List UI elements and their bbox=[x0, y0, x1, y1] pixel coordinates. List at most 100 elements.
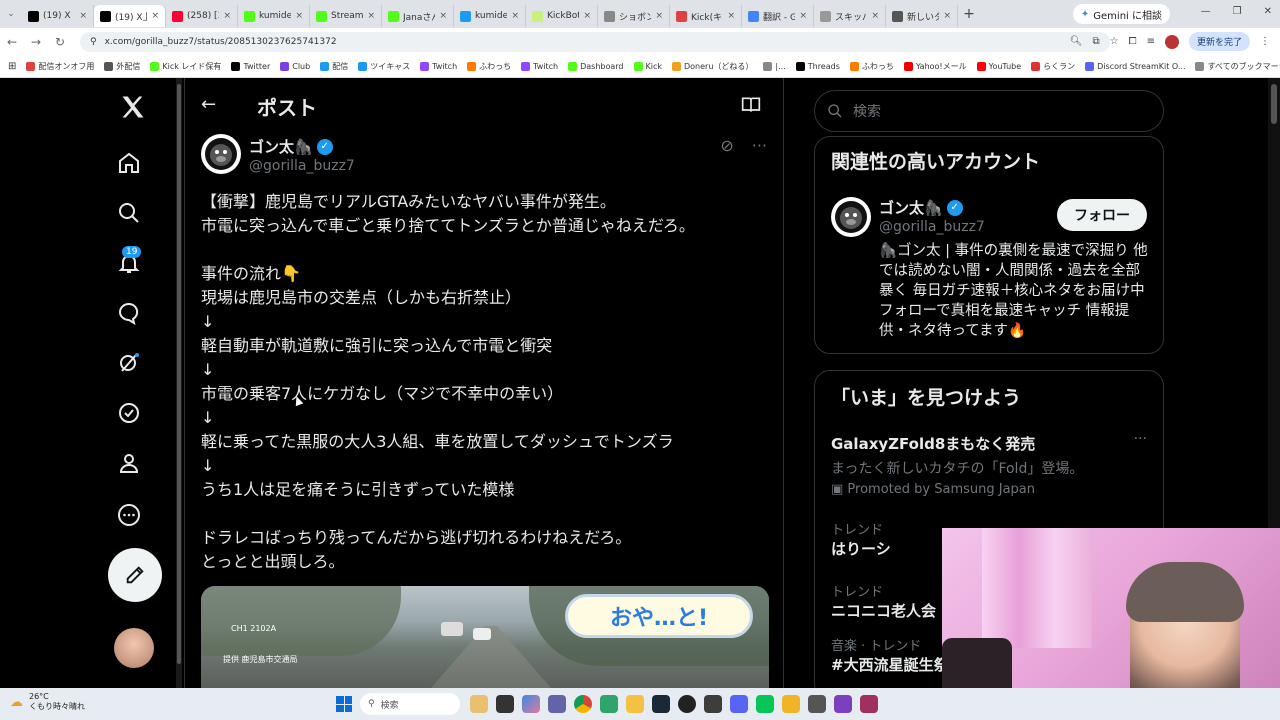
tab-close-icon[interactable]: × bbox=[367, 11, 375, 21]
left-scrollbar[interactable] bbox=[176, 78, 182, 688]
apps-icon[interactable]: ⊞ bbox=[8, 61, 16, 72]
bookmark-item[interactable]: Twitter bbox=[231, 61, 270, 72]
browser-tab[interactable]: スキッパー × bbox=[814, 5, 886, 27]
app-icon[interactable] bbox=[782, 695, 800, 713]
browser-tab[interactable]: KickBot × bbox=[526, 5, 598, 27]
related-name[interactable]: ゴン太🦍 ✓ bbox=[879, 197, 963, 218]
browser-tab[interactable]: (258) [3 × bbox=[166, 5, 238, 27]
follow-button[interactable]: フォロー bbox=[1057, 199, 1147, 231]
bookmark-item[interactable]: |... bbox=[763, 61, 786, 72]
x-logo-icon[interactable] bbox=[118, 92, 148, 122]
app-icon[interactable] bbox=[808, 695, 826, 713]
start-icon[interactable] bbox=[336, 696, 352, 712]
chrome-icon[interactable] bbox=[574, 695, 592, 713]
bookmark-item[interactable]: ツイキャス bbox=[358, 61, 410, 72]
steam-icon[interactable] bbox=[652, 695, 670, 713]
explorer-icon[interactable] bbox=[626, 695, 644, 713]
bookmark-star-icon[interactable]: ☆ bbox=[1110, 36, 1119, 47]
browser-tab[interactable]: kumidep × bbox=[454, 5, 526, 27]
weather-widget[interactable]: ☁ 26°C くもり時々晴れ bbox=[10, 692, 85, 712]
bookmark-item[interactable]: Dashboard bbox=[568, 61, 624, 72]
tab-close-icon[interactable]: × bbox=[655, 11, 663, 21]
bookmark-item[interactable]: Threads bbox=[795, 61, 840, 72]
browser-tab[interactable]: (19) X × bbox=[22, 5, 94, 27]
post-more-icon[interactable]: ··· bbox=[752, 136, 767, 155]
app-icon[interactable] bbox=[860, 695, 878, 713]
home-icon[interactable] bbox=[114, 148, 144, 178]
account-avatar[interactable] bbox=[114, 628, 154, 668]
widget-app-icon[interactable] bbox=[470, 695, 488, 713]
update-button[interactable]: 更新を完了 bbox=[1188, 32, 1250, 51]
extensions-icon[interactable]: ⧠ bbox=[1129, 36, 1137, 47]
reader-mode-icon[interactable] bbox=[741, 96, 761, 118]
related-handle[interactable]: @gorilla_buzz7 bbox=[879, 219, 985, 235]
copilot-icon[interactable] bbox=[522, 695, 540, 713]
bookmark-item[interactable]: Kick bbox=[633, 61, 662, 72]
author-name[interactable]: ゴン太🦍 ✓ bbox=[249, 136, 333, 157]
bookmark-item[interactable]: YouTube bbox=[976, 61, 1021, 72]
bookmark-item[interactable]: ふわっち bbox=[849, 61, 894, 72]
premium-icon[interactable] bbox=[114, 398, 144, 428]
minimize-icon[interactable]: — bbox=[1201, 6, 1211, 17]
tab-close-icon[interactable]: × bbox=[799, 11, 807, 21]
app-icon[interactable] bbox=[704, 695, 722, 713]
author-avatar[interactable] bbox=[201, 134, 241, 174]
tab-close-icon[interactable]: × bbox=[151, 11, 159, 21]
bookmark-item[interactable]: 配信 bbox=[320, 61, 348, 72]
bookmark-item[interactable]: Twitch bbox=[420, 61, 457, 72]
bookmark-item[interactable]: Twitch bbox=[521, 61, 558, 72]
messages-icon[interactable] bbox=[114, 298, 144, 328]
new-tab-button[interactable]: + bbox=[958, 6, 980, 22]
app-icon[interactable] bbox=[834, 695, 852, 713]
bookmark-item[interactable]: Doneru（どねる） bbox=[672, 61, 753, 72]
task-view-icon[interactable] bbox=[496, 695, 514, 713]
tab-close-icon[interactable]: × bbox=[439, 11, 447, 21]
browser-tab[interactable]: Janaさん × bbox=[382, 5, 454, 27]
browser-tab[interactable]: ショボンド × bbox=[598, 5, 670, 27]
bookmark-item[interactable]: らくラン bbox=[1031, 61, 1075, 72]
tab-close-icon[interactable]: × bbox=[223, 11, 231, 21]
tab-list-button[interactable]: ⌄ bbox=[0, 9, 22, 19]
bookmark-item[interactable]: Club bbox=[280, 61, 310, 72]
bookmark-item[interactable]: すべてのブックマーク bbox=[1195, 61, 1280, 72]
browser-tab[interactable]: 翻訳 - G × bbox=[742, 5, 814, 27]
browser-tab[interactable]: 新しいタ × bbox=[886, 5, 958, 27]
taskbar-search[interactable]: ⚲ 検索 bbox=[360, 693, 460, 715]
post-video[interactable]: CH1 2102A 提供 鹿児島市交通局 おや…と! bbox=[201, 586, 769, 688]
related-avatar[interactable] bbox=[831, 197, 871, 237]
compose-post-button[interactable] bbox=[108, 548, 162, 602]
zoom-icon[interactable]: 🔍︎ bbox=[1070, 36, 1083, 47]
browser-tab[interactable]: (19) X上の × bbox=[94, 5, 166, 27]
close-icon[interactable]: ✕ bbox=[1264, 6, 1272, 17]
trend-item-promo[interactable]: GalaxyZFold8まもなく発売 まったく新しいカタチの「Fold」登場。 … bbox=[831, 433, 1151, 497]
bookmark-item[interactable]: Yahoo!メール bbox=[903, 61, 967, 72]
tab-close-icon[interactable]: × bbox=[583, 11, 591, 21]
browser-tab[interactable]: Stream × bbox=[310, 5, 382, 27]
obs-icon[interactable] bbox=[678, 695, 696, 713]
bookmark-item[interactable]: 外配信 bbox=[104, 61, 140, 72]
menu-icon[interactable]: ⋮ bbox=[1260, 36, 1270, 47]
browser-tab[interactable]: kumidep × bbox=[238, 5, 310, 27]
search-input[interactable]: 検索 bbox=[814, 90, 1164, 132]
media-icon[interactable]: ≡ bbox=[1147, 36, 1155, 47]
line-icon[interactable] bbox=[756, 695, 774, 713]
back-arrow-icon[interactable]: ← bbox=[201, 94, 216, 115]
site-info-icon[interactable]: ⚲ bbox=[90, 37, 97, 47]
tab-close-icon[interactable]: × bbox=[943, 11, 951, 21]
bookmark-item[interactable]: 配信オンオフ用 bbox=[26, 61, 94, 72]
url-field[interactable]: ⚲ x.com/gorilla_buzz7/status/20851302376… bbox=[80, 32, 1110, 52]
grok-explain-icon[interactable]: ⊘ bbox=[720, 136, 733, 155]
forward-icon[interactable]: → bbox=[24, 35, 48, 49]
grok-icon[interactable] bbox=[114, 348, 144, 378]
browser-tab[interactable]: Kick(キッ × bbox=[670, 5, 742, 27]
profile-avatar[interactable] bbox=[1164, 34, 1179, 49]
teams-icon[interactable] bbox=[548, 695, 566, 713]
bookmark-item[interactable]: Kick レイド保有 bbox=[150, 61, 221, 72]
discord-icon[interactable] bbox=[730, 695, 748, 713]
tab-close-icon[interactable]: × bbox=[511, 11, 519, 21]
explore-icon[interactable] bbox=[114, 198, 144, 228]
more-icon[interactable] bbox=[114, 500, 144, 530]
reload-icon[interactable]: ↻ bbox=[48, 35, 72, 49]
maximize-icon[interactable]: ❐ bbox=[1233, 6, 1242, 17]
tab-close-icon[interactable]: × bbox=[871, 11, 879, 21]
